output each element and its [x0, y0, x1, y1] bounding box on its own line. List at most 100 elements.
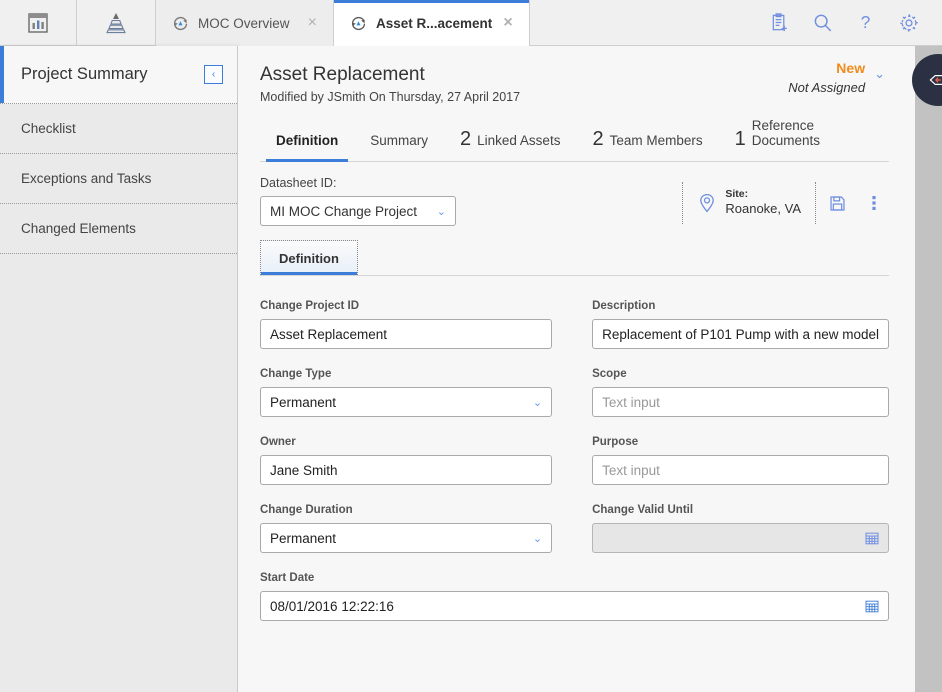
tab-summary[interactable]: Summary [354, 116, 444, 161]
main-content-area: Asset Replacement Modified by JSmith On … [238, 46, 915, 692]
sidebar-item-exceptions-and-tasks[interactable]: Exceptions and Tasks [0, 154, 237, 204]
top-navigation-bar: MOC Overview × Asset R...acement × ? [0, 0, 942, 46]
browser-tab-strip: MOC Overview × Asset R...acement × [156, 0, 530, 46]
change-project-id-input[interactable]: Asset Replacement [260, 319, 553, 349]
gear-icon[interactable] [898, 12, 920, 34]
field-label: Change Valid Until [592, 504, 694, 516]
field-label: Start Date [260, 572, 315, 584]
right-rail [915, 46, 942, 692]
subtab-definition[interactable]: Definition [260, 240, 358, 275]
datasheet-toolbar: Datasheet ID: MI MOC Change Project ⌄ Si… [260, 176, 889, 226]
datasheet-label: Datasheet ID: [260, 176, 337, 190]
tab-moc-overview[interactable]: MOC Overview × [156, 0, 334, 46]
field-value: Asset Replacement [270, 326, 388, 342]
tab-team-members[interactable]: 2 Team Members [576, 116, 718, 161]
field-value: Permanent [270, 530, 337, 546]
sidebar-item-label: Exceptions and Tasks [21, 171, 152, 186]
sidebar-item-changed-elements[interactable]: Changed Elements [0, 204, 237, 254]
help-icon[interactable]: ? [855, 12, 876, 33]
hierarchy-pyramid-icon[interactable] [77, 0, 156, 45]
scope-input[interactable]: Text input [592, 387, 889, 417]
chevron-down-icon[interactable]: ⌄ [874, 66, 885, 82]
tab-label: MOC Overview [198, 15, 290, 31]
moc-circular-arrow-icon [350, 15, 367, 32]
status-texts: New Not Assigned [788, 60, 865, 95]
tab-label: Reference Documents [751, 118, 821, 149]
chevron-down-icon: ⌄ [436, 205, 446, 218]
record-tab-bar: Definition Summary 2 Linked Assets 2 Tea… [260, 116, 889, 162]
more-vertical-icon[interactable] [859, 193, 889, 213]
tab-label: Linked Assets [477, 133, 561, 149]
topbar-spacer [529, 0, 769, 45]
datasheet-toolbar-right: Site: Roanoke, VA [682, 182, 889, 226]
subtab-label: Definition [279, 251, 339, 266]
field-start-date: Start Date 08/01/2016 12:22:16 [260, 572, 889, 621]
sidebar-item-checklist[interactable]: Checklist [0, 104, 237, 154]
status-area[interactable]: New Not Assigned ⌄ [788, 60, 885, 95]
tab-label: Definition [276, 133, 339, 149]
field-owner: Owner Jane Smith [260, 436, 553, 485]
panel-header: Project Summary ‹ [0, 46, 237, 104]
field-value: Replacement of P101 Pump with a new mode… [602, 326, 879, 342]
field-label: Owner [260, 436, 296, 448]
topbar-action-group: ? [769, 0, 942, 45]
field-change-type: Change Type Permanent ⌄ [260, 368, 553, 417]
collapse-panel-icon [928, 70, 942, 90]
field-change-valid-until: Change Valid Until [592, 504, 889, 553]
field-change-project-id: Change Project ID Asset Replacement [260, 300, 553, 349]
change-duration-select[interactable]: Permanent ⌄ [260, 523, 553, 553]
site-info: Site: Roanoke, VA [682, 182, 816, 224]
assignment-label: Not Assigned [788, 80, 866, 95]
field-value: Jane Smith [270, 462, 338, 478]
tab-label: Team Members [609, 133, 703, 149]
start-date-input[interactable]: 08/01/2016 12:22:16 [260, 591, 889, 621]
record-header: Asset Replacement Modified by JSmith On … [238, 46, 915, 104]
field-scope: Scope Text input [592, 368, 889, 417]
datasheet-id-select[interactable]: MI MOC Change Project ⌄ [260, 196, 456, 226]
field-placeholder: Text input [602, 394, 660, 410]
svg-text:?: ? [861, 12, 871, 32]
tab-asset-replacement[interactable]: Asset R...acement × [334, 0, 530, 46]
close-icon[interactable]: × [501, 13, 514, 33]
application-window: MOC Overview × Asset R...acement × ? Pro… [0, 0, 942, 692]
collapse-sidebar-button[interactable]: ‹ [204, 65, 223, 84]
field-description: Description Replacement of P101 Pump wit… [592, 300, 889, 349]
tab-reference-documents[interactable]: 1 Reference Documents [719, 116, 830, 161]
field-placeholder: Text input [602, 462, 660, 478]
description-input[interactable]: Replacement of P101 Pump with a new mode… [592, 319, 889, 349]
calendar-icon [865, 531, 879, 545]
site-label: Site: [725, 187, 749, 200]
field-label: Scope [592, 368, 627, 380]
status-badge: New [836, 60, 866, 76]
site-texts: Site: Roanoke, VA [725, 188, 801, 219]
purpose-input[interactable]: Text input [592, 455, 889, 485]
field-label: Change Duration [260, 504, 353, 516]
field-label: Description [592, 300, 656, 312]
panel-title: Project Summary [21, 65, 148, 83]
sidebar-item-label: Checklist [21, 121, 76, 136]
tab-count: 2 [592, 128, 604, 150]
search-icon[interactable] [812, 12, 833, 33]
field-label: Purpose [592, 436, 639, 448]
dashboard-icon[interactable] [0, 0, 77, 45]
field-change-duration: Change Duration Permanent ⌄ [260, 504, 553, 553]
owner-input[interactable]: Jane Smith [260, 455, 553, 485]
field-purpose: Purpose Text input [592, 436, 889, 485]
tab-count: 1 [734, 128, 746, 150]
datasheet-selector-group: Datasheet ID: MI MOC Change Project ⌄ [260, 176, 456, 226]
tab-count: 2 [460, 128, 472, 150]
field-label: Change Type [260, 368, 332, 380]
field-label: Change Project ID [260, 300, 360, 312]
tab-label: Asset R...acement [376, 15, 493, 31]
chevron-down-icon: ⌄ [532, 532, 543, 545]
new-record-icon[interactable] [769, 12, 790, 33]
tab-label: Summary [370, 133, 429, 149]
save-icon[interactable] [816, 194, 859, 213]
close-icon[interactable]: × [306, 13, 319, 33]
tab-definition[interactable]: Definition [260, 116, 354, 162]
tab-linked-assets[interactable]: 2 Linked Assets [444, 116, 576, 161]
calendar-icon[interactable] [865, 599, 879, 613]
chevron-down-icon: ⌄ [532, 396, 543, 409]
change-type-select[interactable]: Permanent ⌄ [260, 387, 553, 417]
field-value: Permanent [270, 394, 337, 410]
